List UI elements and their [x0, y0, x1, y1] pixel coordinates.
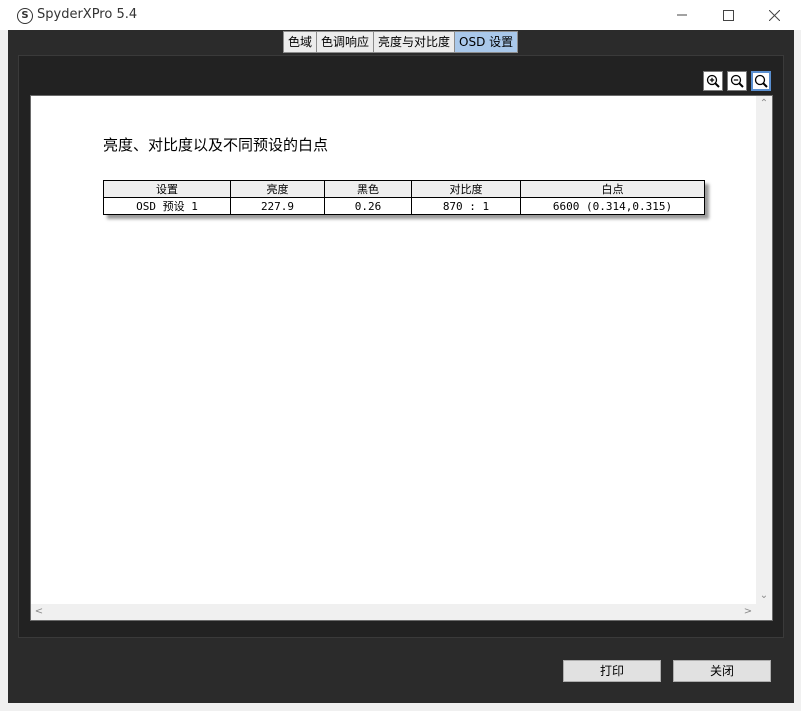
- zoom-in-icon: [706, 74, 720, 88]
- close-window-button[interactable]: [751, 0, 797, 30]
- column-header-brightness: 亮度: [230, 180, 325, 198]
- column-header-black: 黑色: [324, 180, 412, 198]
- tab-brightness-contrast[interactable]: 亮度与对比度: [373, 31, 456, 53]
- close-button[interactable]: 关闭: [673, 660, 771, 682]
- cell-setting: OSD 预设 1: [103, 197, 231, 215]
- scrollbar-corner: [756, 604, 772, 620]
- zoom-fit-button[interactable]: [751, 71, 771, 91]
- maximize-icon: [722, 9, 734, 21]
- report-title: 亮度、对比度以及不同预设的白点: [103, 136, 329, 154]
- cell-contrast: 870 : 1: [411, 197, 521, 215]
- scroll-left-icon[interactable]: <: [31, 604, 47, 620]
- print-button[interactable]: 打印: [563, 660, 661, 682]
- window-title: SpyderXPro 5.4: [37, 7, 138, 22]
- scroll-up-icon[interactable]: ⌃: [756, 96, 772, 112]
- scroll-right-icon[interactable]: >: [740, 604, 756, 620]
- app-logo-icon: S: [17, 8, 33, 24]
- zoom-out-icon: [730, 74, 744, 88]
- minimize-icon: [677, 14, 687, 16]
- tab-osd-settings[interactable]: OSD 设置: [454, 31, 519, 53]
- column-header-white-point: 白点: [520, 180, 705, 198]
- report-panel: 亮度、对比度以及不同预设的白点 设置 亮度 黑色 对比度 白点 OSD 预设 1…: [18, 55, 784, 638]
- title-bar: S SpyderXPro 5.4: [0, 0, 801, 30]
- results-table: 设置 亮度 黑色 对比度 白点 OSD 预设 1 227.9 0.26 870: [103, 180, 705, 215]
- vertical-scrollbar[interactable]: ⌃ ⌄: [756, 96, 772, 604]
- tab-bar: 色域 色调响应 亮度与对比度 OSD 设置: [283, 31, 519, 53]
- zoom-fit-icon: [754, 74, 768, 88]
- column-header-setting: 设置: [103, 180, 231, 198]
- cell-white-point: 6600 (0.314,0.315): [520, 197, 705, 215]
- cell-brightness: 227.9: [230, 197, 325, 215]
- report-view[interactable]: 亮度、对比度以及不同预设的白点 设置 亮度 黑色 对比度 白点 OSD 预设 1…: [30, 95, 773, 621]
- minimize-button[interactable]: [659, 0, 705, 30]
- client-area: 色域 色调响应 亮度与对比度 OSD 设置 亮度、对比度以及不同预设的白点 设置…: [8, 30, 794, 703]
- zoom-in-button[interactable]: [703, 71, 723, 91]
- horizontal-scrollbar[interactable]: < >: [31, 604, 756, 620]
- maximize-button[interactable]: [705, 0, 751, 30]
- tab-tone-response[interactable]: 色调响应: [316, 31, 375, 53]
- tab-gamut[interactable]: 色域: [283, 31, 318, 53]
- results-table-wrapper: 设置 亮度 黑色 对比度 白点 OSD 预设 1 227.9 0.26 870: [103, 180, 705, 215]
- table-header-row: 设置 亮度 黑色 对比度 白点: [103, 180, 705, 198]
- scroll-down-icon[interactable]: ⌄: [756, 588, 772, 604]
- zoom-out-button[interactable]: [727, 71, 747, 91]
- close-icon: [768, 9, 780, 21]
- column-header-contrast: 对比度: [411, 180, 521, 198]
- table-row: OSD 预设 1 227.9 0.26 870 : 1 6600 (0.314,…: [103, 197, 705, 215]
- cell-black: 0.26: [324, 197, 412, 215]
